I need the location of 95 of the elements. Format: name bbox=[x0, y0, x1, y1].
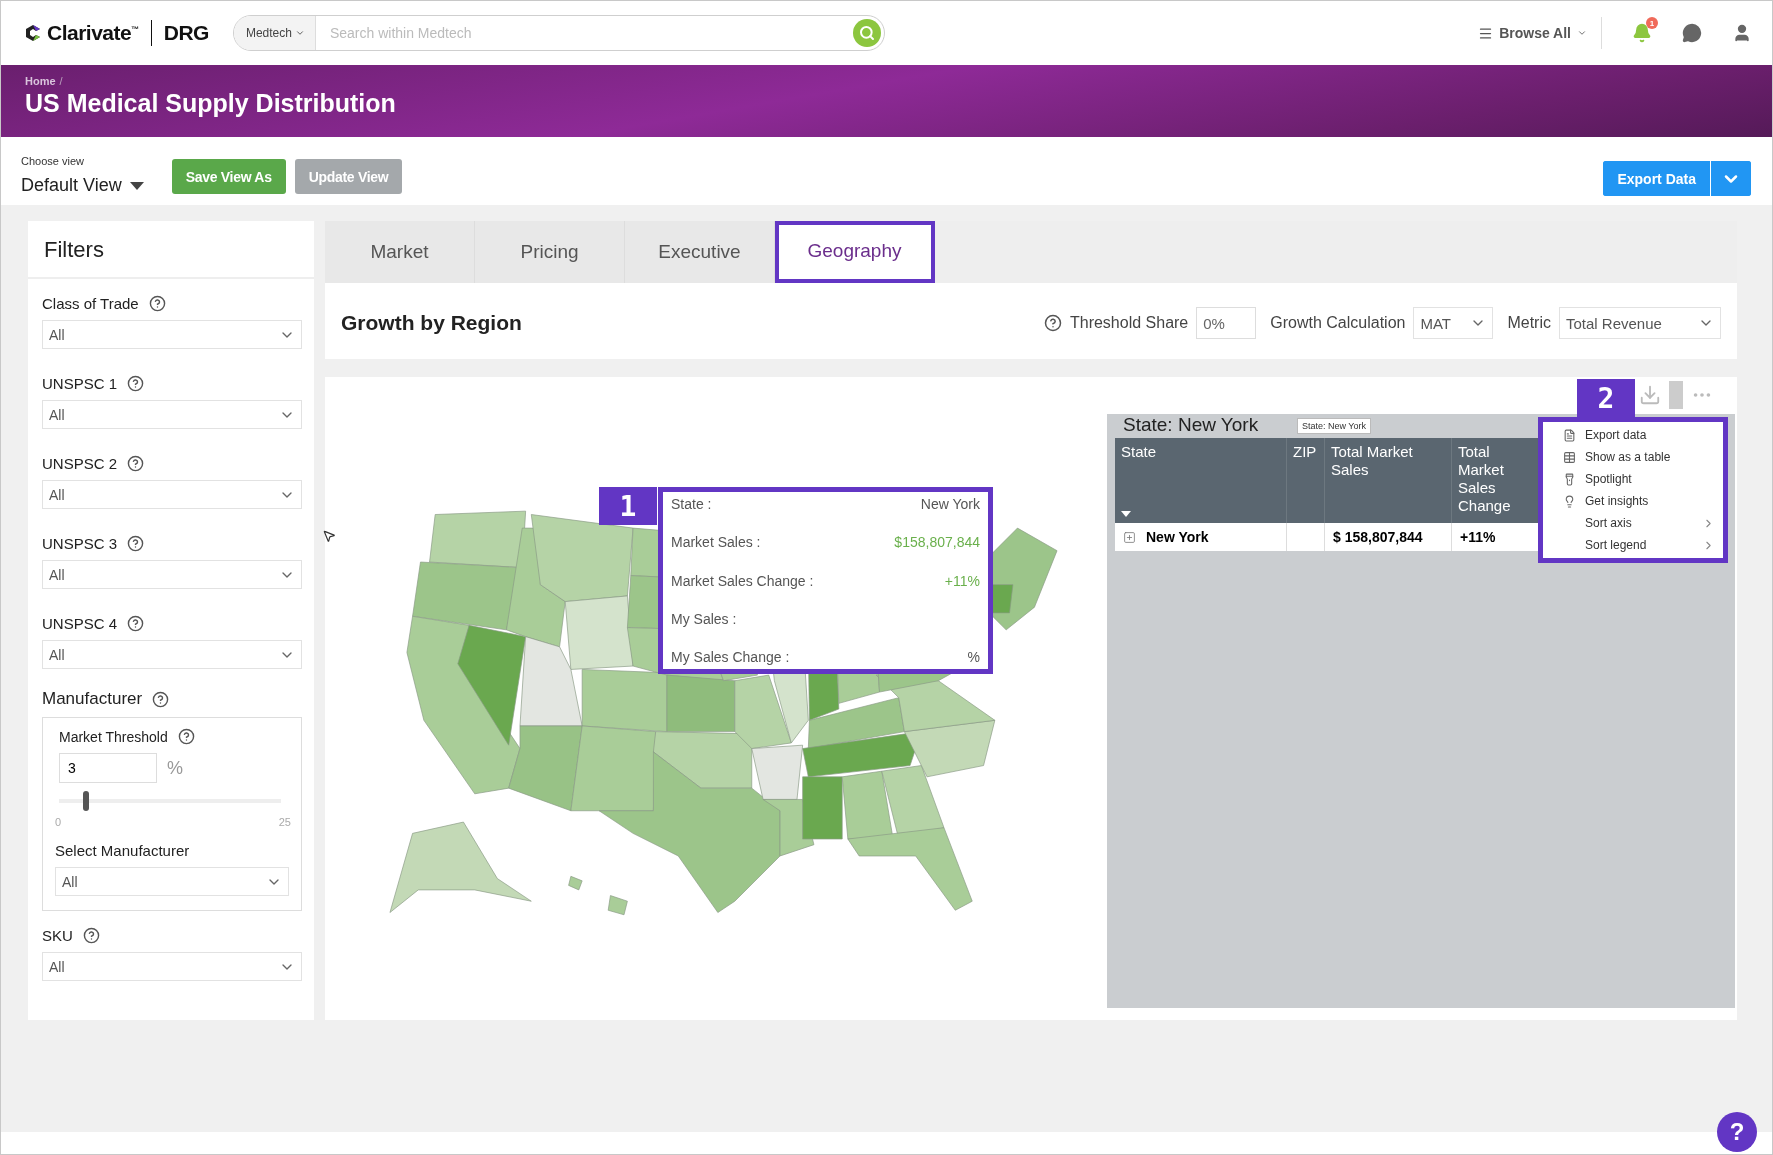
tooltip-label: My Sales : bbox=[671, 610, 737, 627]
menu-item-icon bbox=[1563, 494, 1576, 508]
filter-dropdown[interactable]: All bbox=[42, 480, 302, 509]
manufacturer-dropdown[interactable]: All bbox=[55, 867, 289, 896]
scope-dropdown[interactable]: Medtech bbox=[233, 16, 316, 50]
tooltip-value: $158,807,844 bbox=[894, 534, 980, 551]
tooltip-label: My Sales Change : bbox=[671, 649, 790, 665]
slider-thumb[interactable] bbox=[82, 791, 89, 811]
tooltip-label: Market Sales : bbox=[671, 534, 761, 551]
caret-icon bbox=[294, 28, 305, 38]
slider-max: 25 bbox=[278, 816, 291, 828]
table-title: State: New York bbox=[1123, 414, 1259, 437]
browse-all-menu[interactable]: Browse All bbox=[1464, 17, 1602, 49]
notification-badge: 1 bbox=[1646, 17, 1658, 29]
threshold-label: Market Threshold bbox=[59, 728, 168, 745]
callout-number: 2 bbox=[1577, 379, 1635, 417]
help-button[interactable]: ? bbox=[1717, 1112, 1757, 1152]
filter-label: UNSPSC 1 bbox=[42, 375, 118, 392]
callout-number: 1 bbox=[599, 487, 657, 525]
report-title: Growth by Region bbox=[341, 311, 523, 335]
column-header[interactable]: Total Market Sales bbox=[1325, 438, 1452, 523]
slider-min: 0 bbox=[55, 816, 62, 828]
filter-label: Manufacturer bbox=[42, 689, 143, 709]
page-title: US Medical Supply Distribution bbox=[25, 89, 397, 118]
table-cell: New York bbox=[1115, 523, 1287, 551]
filter-label: UNSPSC 4 bbox=[42, 615, 118, 632]
logo-mark-icon bbox=[25, 24, 41, 42]
filters-title: Filters bbox=[28, 221, 314, 279]
cursor-icon bbox=[322, 529, 336, 543]
menu-item[interactable]: Sort axis bbox=[1543, 512, 1723, 534]
search-icon bbox=[858, 25, 875, 41]
filter-label: Class of Trade bbox=[42, 295, 139, 312]
user-icon[interactable] bbox=[1732, 23, 1752, 43]
help-icon[interactable] bbox=[127, 615, 145, 632]
filter-dropdown[interactable]: All bbox=[42, 560, 302, 589]
help-icon[interactable] bbox=[1043, 314, 1062, 332]
help-icon[interactable] bbox=[127, 375, 145, 392]
help-icon[interactable] bbox=[82, 927, 100, 944]
help-icon[interactable] bbox=[177, 728, 195, 745]
filter-label: UNSPSC 2 bbox=[42, 455, 118, 472]
tooltip-value: % bbox=[967, 649, 980, 665]
menu-item[interactable]: Sort legend bbox=[1543, 534, 1723, 556]
growth-dropdown[interactable]: MAT bbox=[1413, 307, 1494, 339]
filter-dropdown[interactable]: All bbox=[42, 400, 302, 429]
tab[interactable]: Executive bbox=[625, 221, 775, 283]
caret-icon bbox=[1577, 28, 1587, 38]
percent-sign: % bbox=[167, 757, 183, 779]
choose-view-label: Choose view bbox=[21, 155, 85, 167]
menu-item-icon bbox=[1563, 472, 1576, 486]
tooltip-label: State : bbox=[671, 496, 712, 512]
filter-dropdown[interactable]: All bbox=[42, 952, 302, 981]
help-icon[interactable] bbox=[148, 295, 166, 312]
hover-tooltip: State: New York bbox=[1297, 418, 1372, 434]
filter-label: UNSPSC 3 bbox=[42, 535, 118, 552]
table-cell: $ 158,807,844 bbox=[1325, 523, 1452, 551]
threshold-share-input[interactable]: 0% bbox=[1196, 307, 1257, 339]
tooltip-value: +11% bbox=[944, 572, 980, 589]
menu-icon bbox=[1478, 25, 1494, 41]
threshold-input[interactable]: 3 bbox=[59, 753, 157, 783]
menu-item-icon bbox=[1563, 450, 1576, 464]
menu-item[interactable]: Show as a table bbox=[1543, 446, 1723, 468]
menu-item[interactable]: Export data bbox=[1543, 424, 1723, 446]
sort-icon[interactable] bbox=[1121, 511, 1131, 517]
notification-bell-icon[interactable] bbox=[1632, 23, 1652, 43]
breadcrumb-separator: / bbox=[59, 75, 63, 87]
select-manufacturer-label: Select Manufacturer bbox=[55, 842, 190, 859]
logo-text: Clarivate$^{™}$ bbox=[47, 21, 139, 45]
menu-item[interactable]: Get insights bbox=[1543, 490, 1723, 512]
threshold-share-label: Threshold Share bbox=[1069, 314, 1189, 332]
tooltip-label: Market Sales Change : bbox=[671, 572, 814, 589]
filter-label: SKU bbox=[42, 927, 73, 944]
growth-calculation-label: Growth Calculation bbox=[1270, 314, 1406, 332]
menu-item-icon bbox=[1563, 428, 1576, 442]
tab[interactable]: Pricing bbox=[475, 221, 625, 283]
brand-text: DRG bbox=[163, 21, 209, 45]
help-icon[interactable] bbox=[127, 455, 145, 472]
menu-item[interactable]: Spotlight bbox=[1543, 468, 1723, 490]
chat-icon[interactable] bbox=[1682, 23, 1702, 43]
tab[interactable]: Market bbox=[325, 221, 475, 283]
column-header[interactable]: ZIP bbox=[1287, 438, 1325, 523]
metric-label: Metric bbox=[1507, 314, 1551, 332]
help-icon[interactable] bbox=[152, 690, 170, 708]
breadcrumb-link[interactable]: Home bbox=[25, 75, 56, 87]
filter-dropdown[interactable]: All bbox=[42, 320, 302, 349]
filter-dropdown[interactable]: All bbox=[42, 640, 302, 669]
expand-icon[interactable] bbox=[1123, 530, 1136, 544]
table-cell bbox=[1287, 523, 1325, 551]
logo[interactable]: Clarivate$^{™}$ DRG bbox=[25, 20, 209, 46]
tooltip-value: New York bbox=[920, 496, 980, 512]
search-field[interactable]: Medtech Search within Medtech bbox=[232, 15, 885, 51]
column-header[interactable]: State bbox=[1115, 438, 1287, 523]
metric-dropdown[interactable]: Total Revenue bbox=[1559, 307, 1721, 339]
help-icon[interactable] bbox=[127, 535, 145, 552]
view-dropdown[interactable]: Default View bbox=[21, 175, 144, 196]
tab[interactable]: Geography bbox=[775, 221, 935, 283]
